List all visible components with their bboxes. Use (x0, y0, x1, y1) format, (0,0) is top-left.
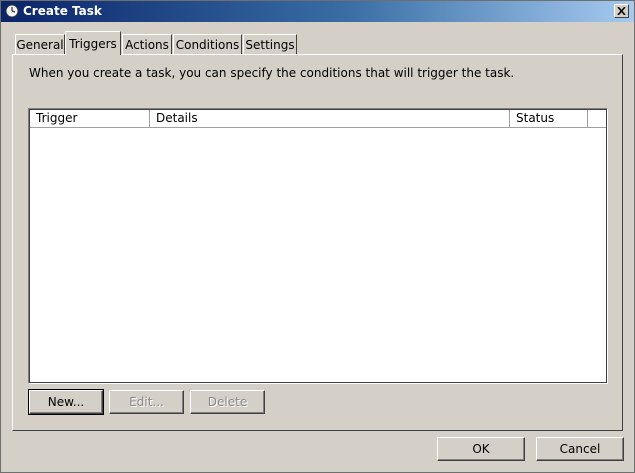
list-body[interactable] (30, 128, 606, 382)
tab-triggers[interactable]: Triggers (65, 31, 121, 55)
cancel-button[interactable]: Cancel (536, 437, 624, 461)
tab-actions-label: Actions (125, 38, 169, 52)
clock-icon (5, 4, 19, 18)
close-button[interactable] (614, 4, 629, 18)
window-title: Create Task (23, 4, 102, 18)
tab-actions[interactable]: Actions (122, 34, 172, 54)
column-header-filler (588, 110, 606, 127)
triggers-description: When you create a task, you can specify … (29, 66, 515, 80)
column-header-trigger[interactable]: Trigger (30, 110, 150, 127)
tab-general-label: General (16, 38, 64, 52)
list-header: Trigger Details Status (30, 110, 606, 128)
column-header-details[interactable]: Details (150, 110, 510, 127)
create-task-dialog: Create Task General Triggers Actions Con… (0, 0, 635, 473)
column-header-status[interactable]: Status (510, 110, 588, 127)
ok-button[interactable]: OK (437, 437, 525, 461)
triggers-panel: When you create a task, you can specify … (12, 54, 623, 431)
tab-general[interactable]: General (15, 34, 65, 54)
new-trigger-button[interactable]: New... (28, 389, 104, 415)
close-icon (617, 7, 626, 15)
delete-trigger-button[interactable]: Delete (190, 390, 265, 414)
tab-conditions[interactable]: Conditions (173, 34, 242, 54)
tab-conditions-label: Conditions (175, 38, 240, 52)
tab-settings-label: Settings (245, 38, 295, 52)
edit-trigger-button[interactable]: Edit... (109, 390, 184, 414)
triggers-list[interactable]: Trigger Details Status (28, 108, 608, 384)
tab-triggers-label: Triggers (69, 37, 117, 51)
tab-settings[interactable]: Settings (243, 34, 297, 54)
title-bar[interactable]: Create Task (1, 1, 634, 22)
